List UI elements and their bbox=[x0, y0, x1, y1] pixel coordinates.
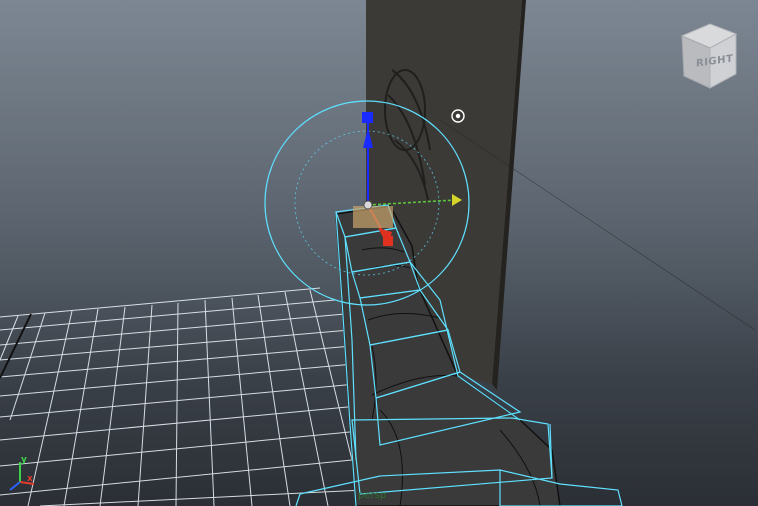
camera-name-label: persp bbox=[358, 490, 387, 501]
axis-x-label: x bbox=[27, 474, 33, 484]
axis-y-label: y bbox=[21, 455, 27, 465]
maya-perspective-viewport[interactable]: RIGHT y x persp bbox=[0, 0, 758, 506]
y-scale-handle bbox=[362, 112, 373, 123]
x-scale-handle bbox=[383, 236, 393, 246]
selected-face bbox=[353, 206, 393, 228]
scene-canvas[interactable] bbox=[0, 0, 758, 506]
grid-axis-line bbox=[0, 313, 32, 379]
ground-grid bbox=[0, 287, 365, 506]
